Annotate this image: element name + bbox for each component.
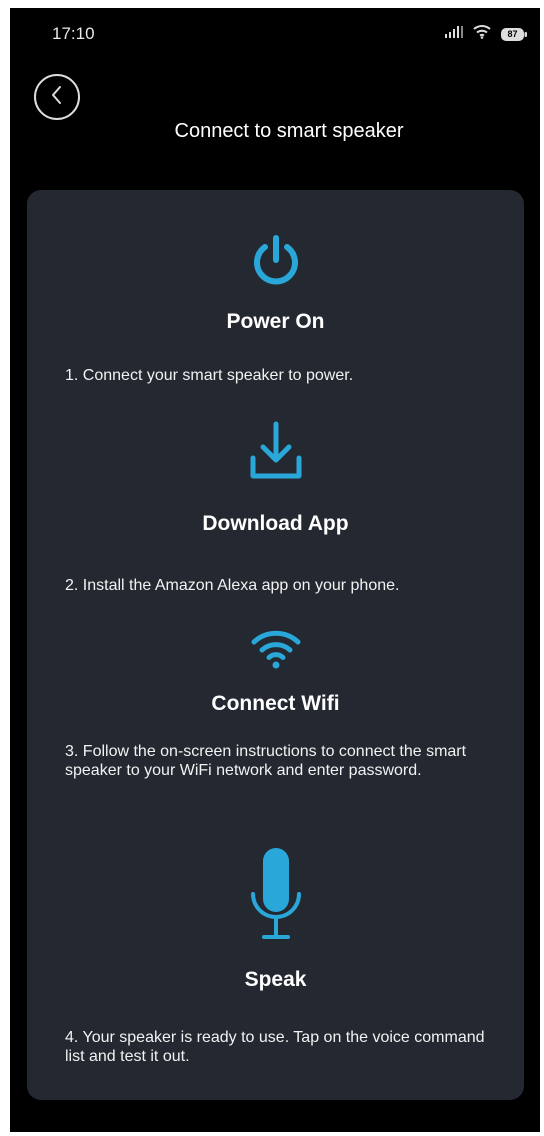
battery-icon: 87 bbox=[500, 27, 528, 42]
microphone-icon bbox=[246, 844, 306, 953]
step-wifi-icon-wrap bbox=[27, 626, 524, 675]
step-mic-icon-wrap bbox=[27, 844, 524, 953]
chevron-left-icon bbox=[48, 84, 66, 111]
step-desc-power-on: 1. Connect your smart speaker to power. bbox=[65, 367, 354, 384]
step-title-download-app: Download App bbox=[202, 512, 349, 535]
power-icon bbox=[248, 232, 304, 293]
page-title: Connect to smart speaker bbox=[174, 120, 404, 142]
step-power-icon-wrap bbox=[27, 232, 524, 293]
status-icons: 87 bbox=[444, 24, 528, 44]
battery-level: 87 bbox=[507, 28, 518, 39]
wifi-icon bbox=[248, 626, 304, 675]
app-screen: 17:10 87 Connect to smart speaker Power … bbox=[10, 8, 540, 1132]
step-download-icon-wrap bbox=[27, 420, 524, 487]
signal-icon bbox=[444, 25, 464, 44]
status-bar: 17:10 87 bbox=[10, 8, 540, 56]
step-title-speak: Speak bbox=[244, 968, 307, 991]
step-desc-connect-wifi: 3. Follow the on-screen instructions to … bbox=[65, 743, 467, 779]
instructions-card: Power On 1. Connect your smart speaker t… bbox=[27, 190, 524, 1100]
step-title-connect-wifi: Connect Wifi bbox=[211, 692, 340, 715]
download-icon bbox=[248, 420, 304, 487]
status-time: 17:10 bbox=[52, 24, 95, 43]
step-desc-download-app: 2. Install the Amazon Alexa app on your … bbox=[65, 577, 400, 594]
step-title-power-on: Power On bbox=[226, 310, 325, 333]
wifi-status-icon bbox=[472, 24, 492, 44]
step-desc-speak: 4. Your speaker is ready to use. Tap on … bbox=[65, 1029, 485, 1065]
back-button[interactable] bbox=[34, 74, 80, 120]
